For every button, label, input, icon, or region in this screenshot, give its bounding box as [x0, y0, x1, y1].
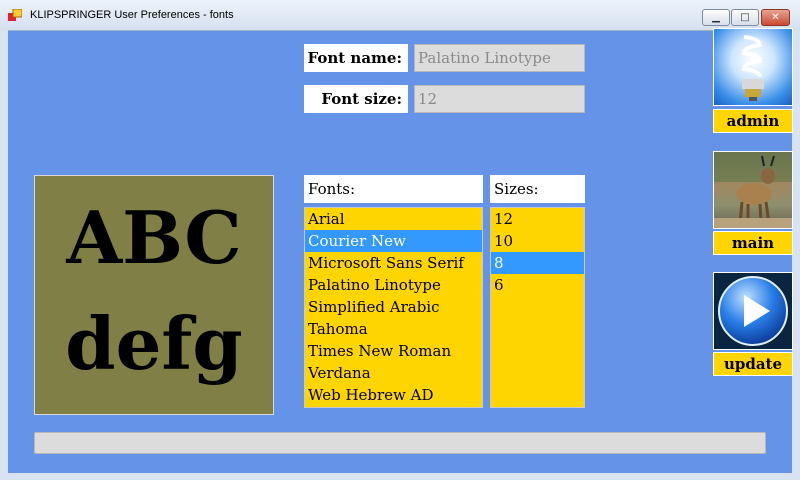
app-icon	[8, 9, 22, 21]
minimize-icon: ▁	[712, 12, 720, 23]
fonts-list-item[interactable]: Microsoft Sans Serif	[305, 252, 482, 274]
main-button[interactable]: main	[713, 231, 793, 255]
font-size-label: Font size:	[304, 85, 408, 113]
preview-uppercase-text: ABC	[66, 195, 242, 280]
update-image-button[interactable]	[713, 272, 793, 350]
close-icon: ✕	[771, 12, 780, 23]
window-title: KLIPSPRINGER User Preferences - fonts	[30, 9, 234, 21]
font-name-label: Font name:	[304, 44, 408, 72]
font-size-field[interactable]: 12	[414, 85, 585, 113]
progress-bar	[34, 432, 766, 454]
sizes-list[interactable]: 12 10 8 6	[490, 207, 585, 408]
fonts-list[interactable]: Arial Courier New Microsoft Sans Serif Pala…	[304, 207, 483, 408]
minimize-button[interactable]: ▁	[702, 9, 730, 26]
font-name-field[interactable]: Palatino Linotype	[414, 44, 585, 72]
close-button[interactable]: ✕	[761, 9, 790, 26]
sizes-header: Sizes:	[490, 175, 585, 203]
title-bar[interactable]: KLIPSPRINGER User Preferences - fonts ▁ …	[0, 0, 800, 31]
antelope-photo-icon	[714, 152, 792, 228]
fonts-list-item[interactable]: Palatino Linotype	[305, 274, 482, 296]
sizes-list-item[interactable]: 8	[491, 252, 584, 274]
maximize-icon: □	[740, 12, 750, 23]
maximize-button[interactable]: □	[731, 9, 759, 26]
fonts-list-item[interactable]: Verdana	[305, 362, 482, 384]
admin-image-button[interactable]	[713, 28, 793, 106]
update-button[interactable]: update	[713, 352, 793, 376]
fonts-list-item[interactable]: Web Hebrew AD	[305, 384, 482, 406]
fonts-list-item[interactable]: Courier New	[305, 230, 482, 252]
play-icon	[718, 276, 788, 346]
fonts-list-item[interactable]: Simplified Arabic	[305, 296, 482, 318]
window-frame-right	[792, 30, 800, 480]
fonts-header: Fonts:	[304, 175, 483, 203]
sizes-list-item[interactable]: 6	[491, 274, 584, 296]
admin-button[interactable]: admin	[713, 109, 793, 133]
window-frame-bottom	[0, 473, 800, 480]
fonts-list-item[interactable]: Arial	[305, 208, 482, 230]
lightbulb-icon	[741, 35, 764, 101]
sizes-list-item[interactable]: 12	[491, 208, 584, 230]
fonts-list-item[interactable]: Tahoma	[305, 318, 482, 340]
window-frame-left	[0, 30, 8, 480]
fonts-list-item[interactable]: Times New Roman	[305, 340, 482, 362]
preview-lowercase-text: defg	[65, 301, 243, 386]
main-image-button[interactable]	[713, 151, 793, 229]
font-preview: ABC defg	[34, 175, 274, 415]
sizes-list-item[interactable]: 10	[491, 230, 584, 252]
